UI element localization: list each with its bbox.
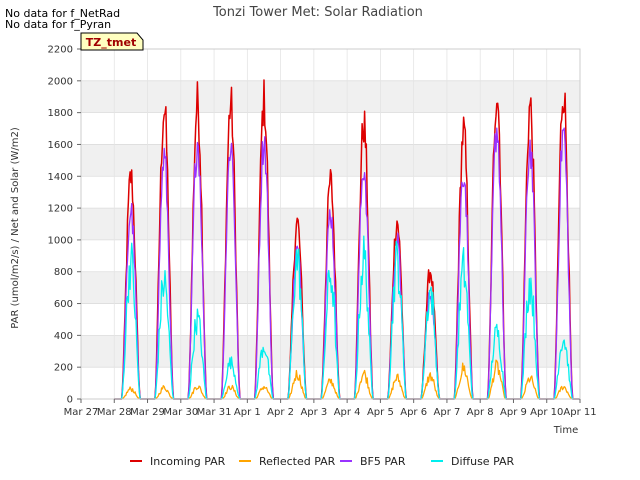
tz-tmet-badge: TZ_tmet — [80, 32, 144, 51]
x-tick-label: Mar 29 — [130, 407, 165, 418]
legend-label: Incoming PAR — [150, 455, 226, 468]
x-tick-label: Mar 27 — [64, 407, 99, 418]
badge-label: TZ_tmet — [86, 36, 136, 49]
x-tick-label: Apr 6 — [400, 407, 427, 418]
x-axis-label: Time — [553, 425, 578, 436]
x-tick-label: Apr 4 — [334, 407, 361, 418]
legend-label: Reflected PAR — [259, 455, 336, 468]
y-tick-label: 2000 — [48, 76, 73, 87]
solar-radiation-chart: Tonzi Tower Met: Solar Radiation 0 200 400… — [10, 5, 597, 468]
y-tick-label: 600 — [54, 299, 73, 310]
x-tick-label: Apr 7 — [434, 407, 461, 418]
chart-title: Tonzi Tower Met: Solar Radiation — [212, 5, 423, 20]
grid-band — [81, 80, 580, 113]
y-tick-label: 800 — [54, 267, 73, 278]
x-tick-label: Apr 10 — [530, 407, 563, 418]
x-tick-label: Apr 8 — [467, 407, 494, 418]
x-tick-label: Apr 11 — [563, 407, 596, 418]
legend-label: BF5 PAR — [360, 455, 406, 468]
x-tick-label: Apr 1 — [234, 407, 261, 418]
y-axis-label: PAR (umol/m2/s) / Net and Solar (W/m2) — [10, 127, 21, 329]
x-tick-label: Apr 3 — [300, 407, 327, 418]
x-tick-label: Mar 31 — [197, 407, 232, 418]
y-tick-label: 1000 — [48, 235, 73, 246]
y-tick-label: 1600 — [48, 140, 73, 151]
x-tick-label: Mar 30 — [163, 407, 198, 418]
x-tick-label: Apr 9 — [500, 407, 527, 418]
x-tick-label: Mar 28 — [97, 407, 132, 418]
x-tick-label: Apr 5 — [367, 407, 394, 418]
legend: Incoming PAR Reflected PAR BF5 PAR Diffuse … — [130, 455, 515, 468]
y-tick-label: 1800 — [48, 108, 73, 119]
y-axis-ticks: 0 200 400 600 800 1000 1200 1400 1600 1800 2000 220… — [48, 45, 81, 406]
x-tick-label: Apr 2 — [267, 407, 294, 418]
y-tick-label: 0 — [67, 395, 73, 406]
x-axis-ticks: Mar 27Mar 28Mar 29Mar 30Mar 31 Apr 1 Apr 2… — [64, 399, 597, 418]
legend-label: Diffuse PAR — [451, 455, 515, 468]
y-tick-label: 1400 — [48, 172, 73, 183]
y-tick-label: 400 — [54, 331, 73, 342]
y-tick-label: 200 — [54, 363, 73, 374]
y-tick-label: 1200 — [48, 204, 73, 215]
y-tick-label: 2200 — [48, 45, 73, 56]
